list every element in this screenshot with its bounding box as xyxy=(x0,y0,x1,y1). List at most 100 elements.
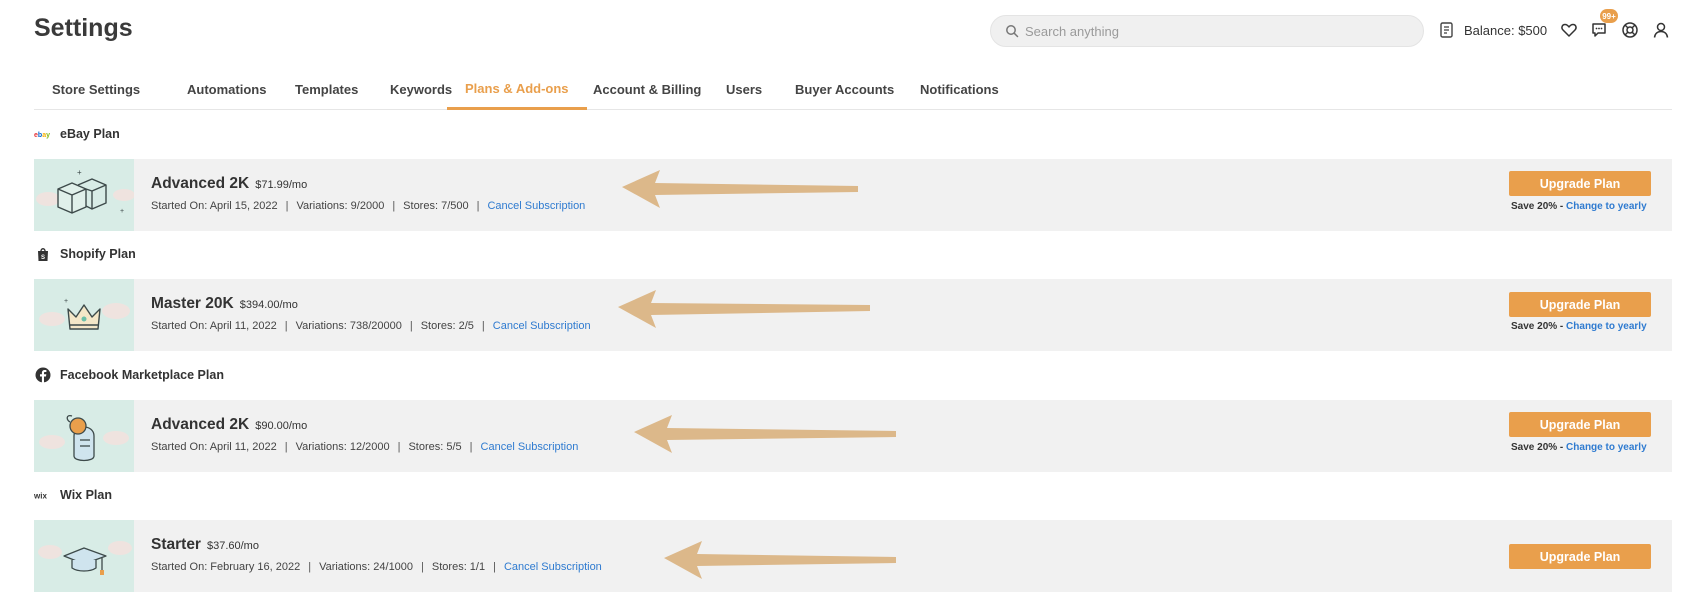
plan-details: Started On: April 11, 2022 | Variations: … xyxy=(151,441,578,453)
save-label: Save 20% - xyxy=(1511,321,1564,332)
started-on: Started On: April 11, 2022 xyxy=(151,441,277,453)
plan-title-row: Advanced 2K $71.99/mo xyxy=(151,175,307,193)
separator: | xyxy=(493,561,496,573)
plan-price: $394.00/mo xyxy=(239,299,298,311)
stores-count: Stores: 7/500 xyxy=(403,200,469,212)
tab-templates[interactable]: Templates xyxy=(277,70,376,109)
upgrade-plan-button[interactable]: Upgrade Plan xyxy=(1509,292,1651,317)
wallet-icon xyxy=(1440,22,1453,38)
notification-badge: 99+ xyxy=(1600,9,1618,23)
ebay-plan-section-label: ebay eBay Plan xyxy=(34,123,120,145)
graduation-cap-illustration xyxy=(34,520,134,592)
tab-account-billing[interactable]: Account & Billing xyxy=(575,70,719,109)
shopify-plan-section-label: S Shopify Plan xyxy=(34,243,136,265)
plan-card-shopify: + Master 20K $394.00/mo Started On: Apri… xyxy=(34,279,1672,351)
wix-logo-icon: wix xyxy=(34,486,52,504)
change-to-yearly-link[interactable]: Change to yearly xyxy=(1566,201,1647,212)
section-title: eBay Plan xyxy=(60,127,120,141)
plan-title-row: Master 20K $394.00/mo xyxy=(151,295,298,313)
plan-title-row: Advanced 2K $90.00/mo xyxy=(151,416,307,434)
plan-name: Advanced 2K xyxy=(151,416,250,433)
search-input[interactable] xyxy=(1025,16,1415,46)
upgrade-plan-button[interactable]: Upgrade Plan xyxy=(1509,544,1651,569)
support-button[interactable] xyxy=(1619,19,1641,41)
plan-price: $37.60/mo xyxy=(206,540,259,552)
annotation-arrow-icon xyxy=(664,541,896,579)
annotation-arrow-icon xyxy=(618,290,870,328)
separator: | xyxy=(469,441,473,453)
plan-details: Started On: April 11, 2022 | Variations: … xyxy=(151,320,591,332)
cancel-subscription-link[interactable]: Cancel Subscription xyxy=(487,200,585,212)
annotation-arrow-icon xyxy=(622,170,858,208)
save-yearly-row: Save 20% - Change to yearly xyxy=(1511,201,1647,212)
upgrade-plan-button[interactable]: Upgrade Plan xyxy=(1509,412,1651,437)
tab-users[interactable]: Users xyxy=(708,70,780,109)
separator: | xyxy=(285,200,289,212)
svg-text:wix: wix xyxy=(34,492,47,501)
favorites-button[interactable] xyxy=(1558,19,1580,41)
variations-count: Variations: 9/2000 xyxy=(296,200,385,212)
variations-count: Variations: 24/1000 xyxy=(319,561,414,573)
page-title: Settings xyxy=(34,14,133,42)
rocket-character-illustration xyxy=(34,400,134,472)
svg-text:+: + xyxy=(120,208,124,215)
search-bar[interactable] xyxy=(990,15,1424,47)
separator: | xyxy=(481,320,485,332)
separator: | xyxy=(421,561,424,573)
tab-plans-addons[interactable]: Plans & Add-ons xyxy=(447,70,587,110)
cancel-subscription-link[interactable]: Cancel Subscription xyxy=(504,561,602,573)
save-yearly-row: Save 20% - Change to yearly xyxy=(1511,321,1647,332)
stores-count: Stores: 2/5 xyxy=(420,320,474,332)
wix-plan-section-label: wix Wix Plan xyxy=(34,484,112,506)
header: Settings Balance: $500 99+ xyxy=(0,0,1696,60)
separator: | xyxy=(476,200,480,212)
annotation-arrow-icon xyxy=(634,415,896,453)
tab-notifications[interactable]: Notifications xyxy=(902,70,1017,109)
tab-buyer-accounts[interactable]: Buyer Accounts xyxy=(777,70,912,109)
crown-illustration: + xyxy=(34,279,134,351)
separator: | xyxy=(409,320,413,332)
shopify-bag-icon: S xyxy=(34,245,52,263)
facebook-icon xyxy=(34,366,52,384)
chat-icon xyxy=(1592,23,1606,37)
plan-card-ebay: + + Advanced 2K $71.99/mo Started On: Ap… xyxy=(34,159,1672,231)
cancel-subscription-link[interactable]: Cancel Subscription xyxy=(493,320,591,332)
plan-card-facebook: Advanced 2K $90.00/mo Started On: April … xyxy=(34,400,1672,472)
heart-icon xyxy=(1561,23,1577,37)
save-label: Save 20% - xyxy=(1511,442,1564,453)
separator: | xyxy=(308,561,312,573)
plan-card-wix: Starter $37.60/mo Started On: February 1… xyxy=(34,520,1672,592)
section-title: Wix Plan xyxy=(60,488,112,502)
cancel-subscription-link[interactable]: Cancel Subscription xyxy=(481,441,579,453)
balance-display[interactable]: Balance: $500 xyxy=(1438,18,1547,42)
tab-store-settings[interactable]: Store Settings xyxy=(34,70,158,109)
separator: | xyxy=(392,200,396,212)
stores-count: Stores: 1/1 xyxy=(431,561,486,573)
svg-text:S: S xyxy=(41,255,45,261)
facebook-plan-section-label: Facebook Marketplace Plan xyxy=(34,364,224,386)
plan-name: Advanced 2K xyxy=(151,175,250,192)
started-on: Started On: February 16, 2022 xyxy=(151,561,301,573)
started-on: Started On: April 15, 2022 xyxy=(151,200,278,212)
section-title: Shopify Plan xyxy=(60,247,136,261)
section-title: Facebook Marketplace Plan xyxy=(60,368,224,382)
save-yearly-row: Save 20% - Change to yearly xyxy=(1511,442,1647,453)
boxes-illustration: + + xyxy=(34,159,134,231)
plan-title-row: Starter $37.60/mo xyxy=(151,536,259,554)
plan-price: $71.99/mo xyxy=(255,179,308,191)
user-icon xyxy=(1653,22,1669,38)
upgrade-plan-button[interactable]: Upgrade Plan xyxy=(1509,171,1651,196)
balance-label: Balance: $500 xyxy=(1464,22,1548,38)
plan-name: Master 20K xyxy=(151,295,234,312)
stores-count: Stores: 5/5 xyxy=(408,441,462,453)
plan-name: Starter xyxy=(151,536,201,553)
started-on: Started On: April 11, 2022 xyxy=(151,320,277,332)
separator: | xyxy=(284,320,288,332)
change-to-yearly-link[interactable]: Change to yearly xyxy=(1566,321,1647,332)
separator: | xyxy=(397,441,401,453)
lifebuoy-icon xyxy=(1622,22,1638,38)
svg-text:ebay: ebay xyxy=(34,132,50,139)
change-to-yearly-link[interactable]: Change to yearly xyxy=(1566,442,1647,453)
profile-button[interactable] xyxy=(1650,19,1672,41)
tab-automations[interactable]: Automations xyxy=(169,70,284,109)
